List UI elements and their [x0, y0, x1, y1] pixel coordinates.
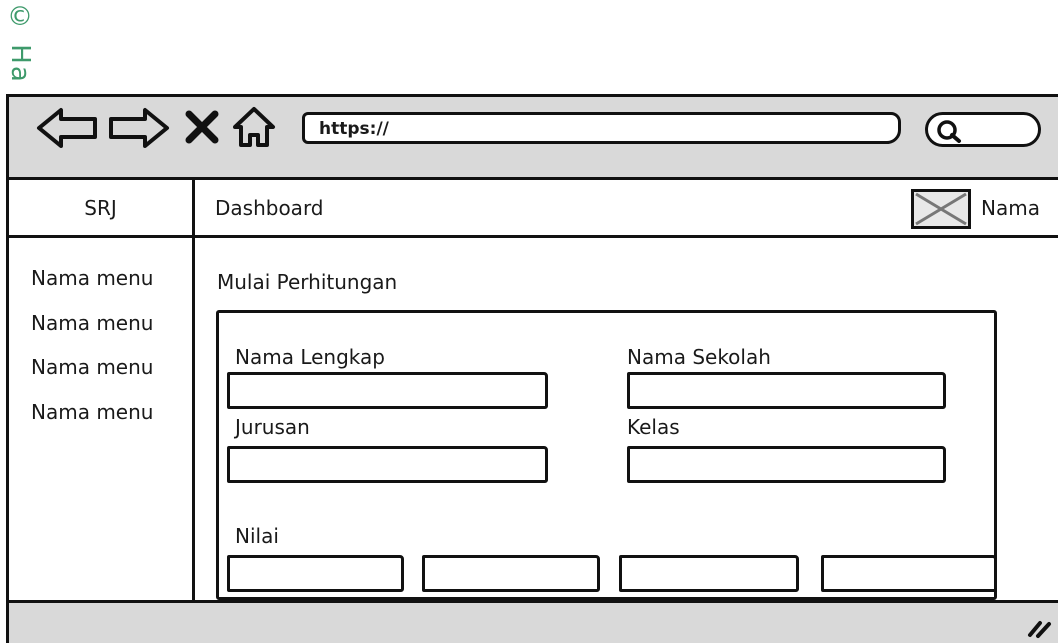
- nilai-field-3[interactable]: [619, 555, 799, 592]
- form-panel: Nama Lengkap Nama Sekolah Jurusan Kelas …: [216, 310, 997, 600]
- sidebar-item[interactable]: Nama menu: [31, 400, 153, 424]
- home-icon[interactable]: [231, 105, 277, 149]
- status-bar: [9, 600, 1058, 643]
- nilai-field-1[interactable]: [227, 555, 404, 592]
- nilai-field-2[interactable]: [422, 555, 600, 592]
- nama-sekolah-field[interactable]: [627, 372, 946, 409]
- jurusan-label: Jurusan: [235, 415, 310, 439]
- sidebar-item[interactable]: Nama menu: [31, 311, 153, 335]
- sidebar-brand: SRJ: [9, 180, 195, 238]
- sidebar-item[interactable]: Nama menu: [31, 355, 153, 379]
- nilai-label: Nilai: [235, 524, 279, 548]
- sidebar-item[interactable]: Nama menu: [31, 266, 153, 290]
- kelas-label: Kelas: [627, 415, 680, 439]
- watermark-text: © Ha: [5, 2, 34, 84]
- url-text: https://: [319, 119, 389, 139]
- jurusan-field[interactable]: [227, 446, 548, 483]
- search-box[interactable]: [925, 112, 1041, 147]
- nilai-field-4[interactable]: [821, 555, 997, 592]
- brand-label: SRJ: [84, 195, 117, 220]
- nama-lengkap-field[interactable]: [227, 372, 548, 409]
- nama-lengkap-label: Nama Lengkap: [235, 345, 385, 369]
- page-title: Dashboard: [215, 196, 324, 220]
- browser-toolbar: https://: [9, 97, 1058, 180]
- page-header: Dashboard Nama: [195, 180, 1058, 238]
- search-icon: [937, 120, 961, 143]
- nama-sekolah-label: Nama Sekolah: [627, 345, 771, 369]
- back-arrow-icon[interactable]: [35, 105, 101, 151]
- kelas-field[interactable]: [627, 446, 946, 483]
- browser-window: https:// SRJ Nama menu Nama menu Nama me…: [6, 94, 1058, 643]
- sidebar: Nama menu Nama menu Nama menu Nama menu: [9, 238, 195, 600]
- resize-grip-icon[interactable]: [1024, 615, 1054, 639]
- image-placeholder-icon: [915, 192, 967, 226]
- forward-arrow-icon[interactable]: [105, 105, 171, 151]
- close-x-icon[interactable]: [184, 109, 220, 145]
- address-bar[interactable]: https://: [302, 112, 901, 144]
- section-title: Mulai Perhitungan: [217, 270, 398, 294]
- avatar[interactable]: [911, 189, 971, 229]
- user-name[interactable]: Nama: [981, 196, 1040, 220]
- watermark: © Ha: [0, 0, 34, 96]
